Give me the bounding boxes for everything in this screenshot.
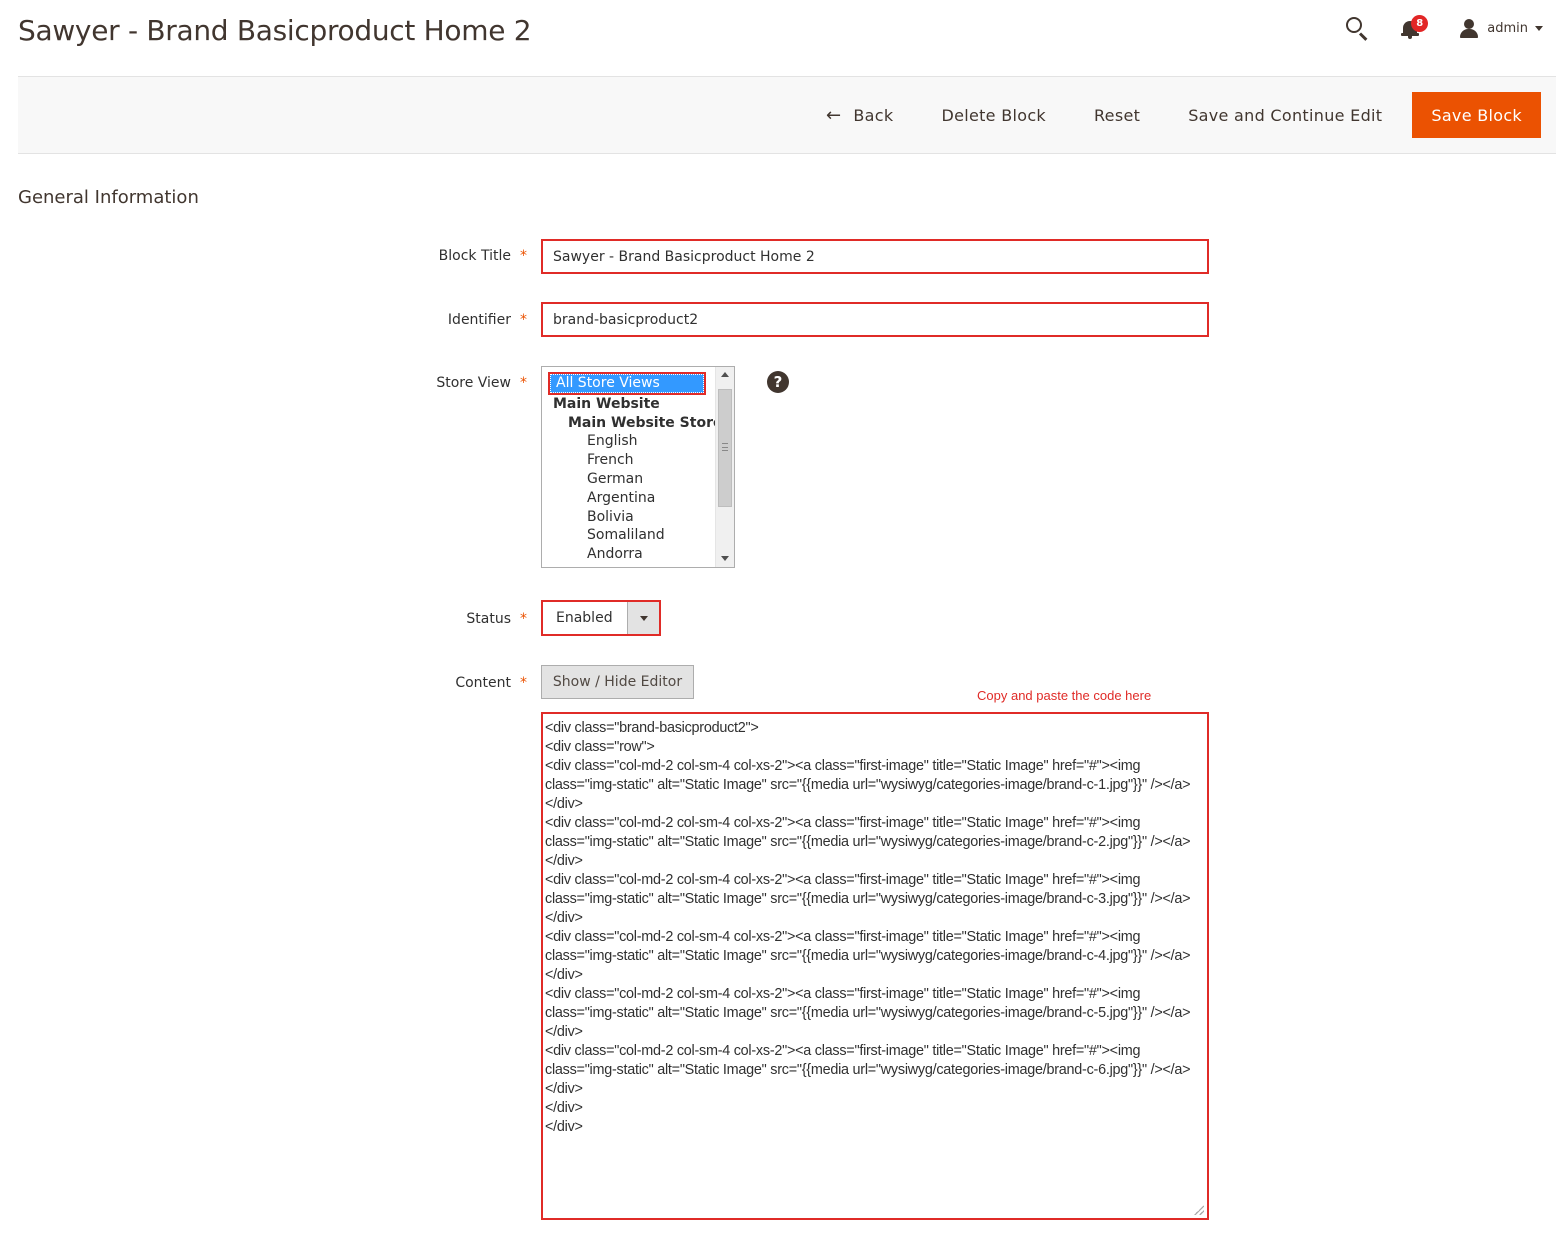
reset-button[interactable]: Reset [1070, 92, 1164, 138]
help-icon[interactable]: ? [767, 371, 789, 393]
content-textarea[interactable]: <div class="brand-basicproduct2"> <div c… [541, 712, 1209, 1220]
store-view-option[interactable]: All Store Views [548, 372, 706, 395]
required-mark: * [520, 248, 527, 264]
chevron-down-icon [1535, 25, 1543, 31]
store-view-option[interactable]: Somaliland [542, 526, 714, 545]
store-view-option[interactable]: English [542, 432, 714, 451]
store-view-option[interactable]: Main Website [542, 395, 714, 414]
delete-block-button[interactable]: Delete Block [917, 92, 1070, 138]
status-select[interactable]: Enabled [541, 600, 661, 636]
scroll-thumb[interactable] [718, 389, 732, 507]
header-actions: 8 admin [1341, 12, 1543, 44]
notification-count-badge: 8 [1411, 15, 1429, 32]
show-hide-editor-button[interactable]: Show / Hide Editor [541, 665, 694, 699]
chevron-down-icon [627, 602, 659, 634]
notifications-button[interactable]: 8 [1397, 13, 1429, 43]
scroll-up-icon[interactable] [721, 372, 729, 377]
page-title: Sawyer - Brand Basicproduct Home 2 [18, 14, 532, 47]
content-code: <div class="brand-basicproduct2"> <div c… [545, 720, 1191, 1135]
required-mark: * [520, 312, 527, 328]
status-value: Enabled [556, 610, 613, 626]
user-icon [1459, 17, 1479, 39]
block-title-label: Block Title [438, 248, 511, 264]
resize-handle-icon[interactable] [1194, 1205, 1204, 1215]
required-mark: * [520, 611, 527, 627]
annotation-text: Copy and paste the code here [977, 688, 1152, 703]
user-name: admin [1487, 20, 1528, 36]
store-view-option[interactable]: Main Website Store [542, 414, 722, 433]
store-view-options: All Store Views Main Website Main Website … [542, 367, 722, 567]
back-button[interactable]: ← Back [802, 92, 917, 138]
block-title-input[interactable] [541, 239, 1209, 274]
save-and-continue-button[interactable]: Save and Continue Edit [1164, 92, 1406, 138]
arrow-left-icon: ← [826, 104, 842, 126]
store-view-multiselect[interactable]: All Store Views Main Website Main Website … [541, 366, 735, 568]
identifier-label: Identifier [447, 312, 511, 328]
status-label: Status [466, 611, 511, 627]
back-button-label: Back [853, 105, 894, 125]
store-view-option[interactable]: Argentina [542, 489, 714, 508]
store-view-option[interactable]: French [542, 451, 714, 470]
section-title: General Information [18, 187, 199, 208]
required-mark: * [520, 675, 527, 691]
identifier-input[interactable] [541, 302, 1209, 337]
save-block-button[interactable]: Save Block [1412, 92, 1541, 138]
store-view-option[interactable]: German [542, 470, 714, 489]
admin-user-menu[interactable]: admin [1459, 17, 1543, 39]
store-view-option[interactable]: Bolivia [542, 508, 714, 527]
scroll-down-icon[interactable] [721, 556, 729, 561]
content-label: Content [455, 675, 511, 691]
store-view-label: Store View [436, 375, 511, 391]
search-icon[interactable] [1341, 13, 1371, 43]
store-view-option[interactable]: Andorra [542, 545, 714, 564]
required-mark: * [520, 375, 527, 391]
store-view-scrollbar[interactable] [715, 367, 734, 567]
page-actions-bar: ← Back Delete Block Reset Save and Conti… [18, 76, 1556, 154]
